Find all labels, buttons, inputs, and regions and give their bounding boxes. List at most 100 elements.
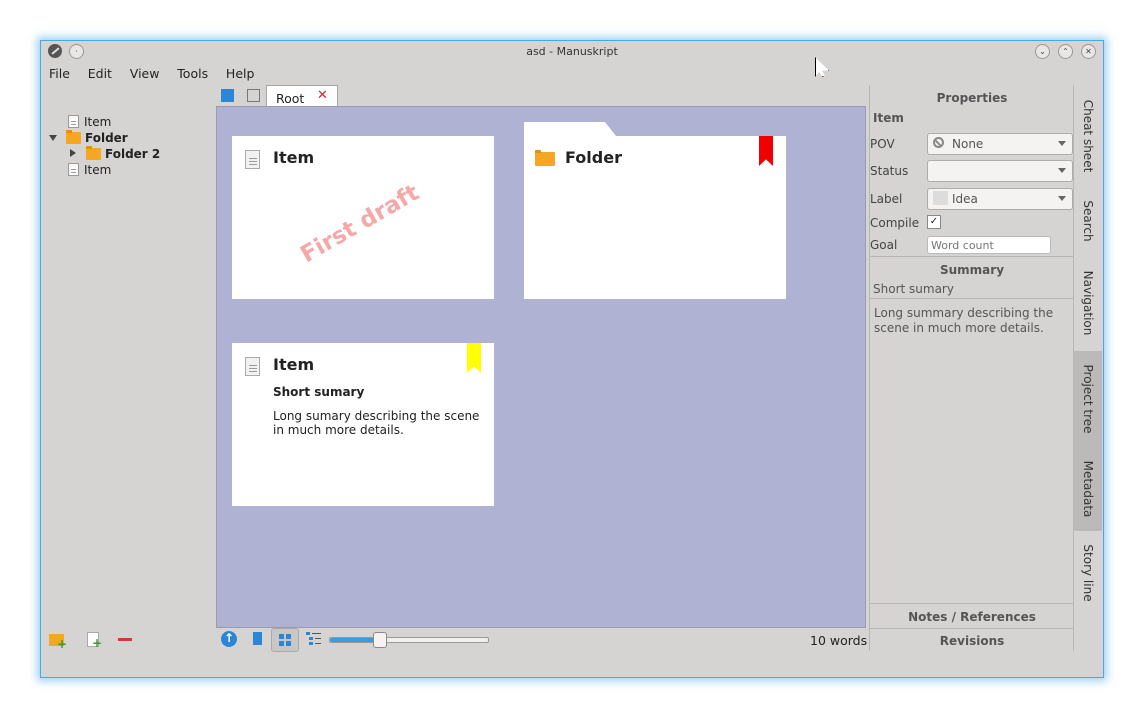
tree-item-label: Item bbox=[84, 163, 112, 177]
item-title: Item bbox=[873, 111, 904, 125]
card-summary: Short sumary bbox=[273, 385, 365, 399]
tab-label: Root bbox=[276, 91, 305, 106]
close-button[interactable]: ✕ bbox=[1081, 44, 1096, 59]
properties-header: Properties bbox=[936, 91, 1008, 105]
tab-label: Navigation bbox=[1081, 270, 1095, 336]
expand-arrow-icon[interactable] bbox=[70, 149, 76, 157]
index-card[interactable]: Folder bbox=[524, 122, 786, 299]
corkboard: Item First draft Folder Item Short sumar… bbox=[216, 106, 866, 628]
index-card[interactable]: Item First draft bbox=[232, 136, 494, 299]
card-title: Folder bbox=[565, 148, 622, 167]
menu-help[interactable]: Help bbox=[226, 66, 255, 81]
properties-panel: Properties Item POV None Status Label Id… bbox=[869, 85, 1074, 651]
short-summary-field[interactable]: Short sumary bbox=[873, 282, 954, 296]
folder-icon bbox=[66, 130, 81, 144]
tab-label: Cheat sheet bbox=[1081, 99, 1095, 173]
tab-label: Story line bbox=[1081, 544, 1095, 602]
zoom-slider-handle[interactable] bbox=[372, 632, 387, 648]
dropdown-arrow-icon bbox=[1058, 168, 1066, 173]
project-tree: Item Folder Folder 2 Item bbox=[49, 114, 209, 194]
tab-label: Project tree bbox=[1081, 363, 1095, 434]
menu-tools[interactable]: Tools bbox=[177, 66, 208, 81]
divider bbox=[870, 298, 1074, 299]
folder-icon bbox=[535, 150, 555, 166]
tree-subfolder[interactable]: Folder 2 bbox=[86, 146, 160, 162]
none-icon bbox=[933, 137, 944, 148]
tab-label: Search bbox=[1081, 200, 1095, 242]
fullscreen-icon[interactable] bbox=[247, 89, 260, 102]
grid-view-button[interactable] bbox=[271, 628, 299, 652]
tree-item-label: Item bbox=[84, 115, 112, 129]
status-label: Status bbox=[870, 164, 909, 178]
tree-item[interactable]: Item bbox=[68, 162, 111, 178]
maximize-button[interactable]: ⌃ bbox=[1058, 44, 1073, 59]
dropdown-arrow-icon bbox=[1058, 141, 1066, 146]
divider bbox=[870, 628, 1074, 629]
menu-view[interactable]: View bbox=[130, 66, 160, 81]
menu-bar: File Edit View Tools Help bbox=[49, 66, 268, 84]
side-tab-bar: Cheat sheet Search Navigation Project tr… bbox=[1073, 85, 1102, 651]
yellow-bookmark-icon bbox=[467, 343, 481, 373]
compile-label: Compile bbox=[870, 216, 920, 230]
pov-combo[interactable]: None bbox=[927, 133, 1073, 155]
tree-subfolder-label: Folder 2 bbox=[105, 147, 161, 161]
notes-header[interactable]: Notes / References bbox=[870, 610, 1074, 624]
zoom-slider-fill bbox=[330, 638, 379, 642]
document-icon bbox=[68, 163, 79, 176]
tree-folder[interactable]: Folder bbox=[66, 130, 128, 146]
up-button[interactable]: ↑ bbox=[221, 631, 237, 647]
tab-metadata[interactable]: Metadata bbox=[1074, 446, 1102, 531]
folder-tab bbox=[524, 122, 616, 136]
tree-folder-label: Folder bbox=[85, 131, 128, 145]
label-color-swatch bbox=[933, 191, 948, 205]
title-bar: · asd - Manuskript ⌄ ⌃ ✕ bbox=[41, 41, 1103, 63]
status-combo[interactable] bbox=[927, 160, 1073, 182]
menu-edit[interactable]: Edit bbox=[88, 66, 112, 81]
goal-input[interactable] bbox=[927, 236, 1051, 254]
corkboard-view-icon[interactable] bbox=[221, 89, 234, 102]
tab-cheat-sheet[interactable]: Cheat sheet bbox=[1074, 85, 1102, 187]
red-bookmark-icon bbox=[759, 136, 773, 166]
remove-button[interactable] bbox=[118, 638, 132, 641]
collapse-arrow-icon[interactable] bbox=[49, 135, 57, 141]
tab-label: Metadata bbox=[1081, 460, 1095, 517]
document-icon bbox=[245, 150, 260, 169]
add-folder-button[interactable]: + bbox=[49, 631, 67, 650]
card-title: Item bbox=[273, 148, 315, 167]
card-title: Item bbox=[273, 355, 315, 374]
pov-value: None bbox=[952, 137, 984, 151]
tab-story-line[interactable]: Story line bbox=[1074, 531, 1102, 615]
tab-search[interactable]: Search bbox=[1074, 187, 1102, 255]
tab-root[interactable]: Root ✕ bbox=[266, 85, 338, 107]
card-view-button[interactable] bbox=[253, 632, 262, 645]
close-tab-icon[interactable]: ✕ bbox=[317, 88, 328, 103]
label-value: Idea bbox=[952, 192, 978, 206]
dropdown-arrow-icon bbox=[1058, 196, 1066, 201]
tree-item[interactable]: Item bbox=[68, 114, 111, 130]
minimize-button[interactable]: ⌄ bbox=[1035, 44, 1050, 59]
divider bbox=[870, 256, 1074, 257]
window-title: asd - Manuskript bbox=[526, 45, 618, 58]
tab-project-tree[interactable]: Project tree bbox=[1074, 351, 1102, 446]
folder-icon bbox=[86, 146, 101, 160]
label-combo[interactable]: Idea bbox=[927, 188, 1073, 210]
app-window: · asd - Manuskript ⌄ ⌃ ✕ File Edit View … bbox=[40, 40, 1104, 678]
document-icon bbox=[68, 115, 79, 128]
document-icon bbox=[245, 357, 260, 376]
add-document-button[interactable]: + bbox=[85, 631, 102, 649]
summary-header: Summary bbox=[939, 263, 1005, 277]
menu-file[interactable]: File bbox=[49, 66, 70, 81]
index-card[interactable]: Item Short sumary Long sumary describing… bbox=[232, 343, 494, 506]
pov-label: POV bbox=[870, 137, 895, 151]
status-stamp: First draft bbox=[296, 179, 424, 269]
zoom-slider[interactable] bbox=[329, 632, 489, 648]
outline-view-button[interactable] bbox=[306, 632, 322, 646]
tab-navigation[interactable]: Navigation bbox=[1074, 255, 1102, 351]
long-summary-field[interactable]: Long summary describing the scene in muc… bbox=[874, 306, 1064, 336]
card-description: Long sumary describing the scene in much… bbox=[273, 409, 480, 437]
label-label: Label bbox=[870, 192, 903, 206]
goal-label: Goal bbox=[870, 238, 898, 252]
compile-checkbox[interactable]: ✓ bbox=[927, 215, 941, 229]
word-count: 10 words bbox=[810, 633, 868, 648]
revisions-header[interactable]: Revisions bbox=[870, 634, 1074, 648]
